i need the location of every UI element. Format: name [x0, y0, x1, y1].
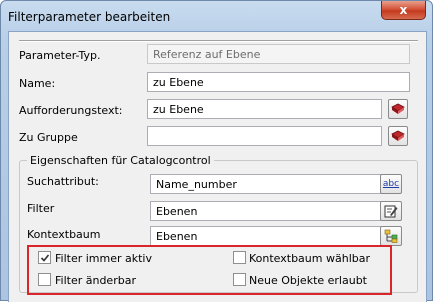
book-icon	[391, 103, 405, 114]
dialog-content: Parameter-Typ. Referenz auf Ebene Name: …	[8, 31, 427, 302]
filter-immer-aktiv-label[interactable]: Filter immer aktiv	[55, 252, 152, 265]
window-title: Filterparameter bearbeiten	[8, 10, 171, 24]
neue-objekte-erlaubt-checkbox[interactable]	[233, 273, 246, 286]
dialog-window: Filterparameter bearbeiten x Parameter-T…	[0, 0, 433, 302]
close-icon: x	[399, 3, 408, 17]
aufforderungstext-book-button[interactable]	[388, 99, 408, 119]
kontextbaum-label: Kontextbaum	[27, 228, 101, 241]
close-button[interactable]: x	[381, 1, 426, 20]
filter-aenderbar-label[interactable]: Filter änderbar	[55, 274, 136, 287]
zu-gruppe-input[interactable]	[147, 126, 382, 146]
book-icon	[391, 130, 405, 141]
catalogcontrol-groupbox-title: Eigenschaften für Catalogcontrol	[27, 154, 214, 167]
aufforderungstext-input[interactable]: zu Ebene	[147, 99, 382, 119]
suchattribut-field[interactable]: Name_number	[150, 174, 382, 194]
zu-gruppe-label: Zu Gruppe	[19, 131, 78, 144]
abc-icon: abc	[382, 179, 400, 189]
aufforderungstext-label: Aufforderungstext:	[19, 104, 123, 117]
suchattribut-label: Suchattribut:	[27, 175, 99, 188]
filter-label: Filter	[27, 202, 55, 215]
zu-gruppe-book-button[interactable]	[388, 126, 408, 146]
top-divider	[19, 40, 418, 42]
kontextbaum-tree-button[interactable]	[380, 226, 402, 246]
checkmark-icon	[40, 253, 49, 262]
edit-icon	[384, 205, 398, 218]
kontextbaum-field[interactable]: Ebenen	[150, 226, 382, 246]
filter-immer-aktiv-checkbox[interactable]	[38, 251, 51, 264]
parameter-typ-field: Referenz auf Ebene	[147, 44, 410, 64]
kontextbaum-waehlbar-label[interactable]: Kontextbaum wählbar	[249, 252, 370, 265]
parameter-typ-label: Parameter-Typ.	[19, 49, 101, 62]
name-label: Name:	[19, 77, 56, 90]
kontextbaum-waehlbar-checkbox[interactable]	[233, 251, 246, 264]
suchattribut-abc-button[interactable]: abc	[380, 174, 402, 194]
name-input[interactable]: zu Ebene	[147, 72, 410, 92]
filter-field[interactable]: Ebenen	[150, 201, 382, 221]
tree-icon	[384, 229, 398, 243]
filter-aenderbar-checkbox[interactable]	[38, 273, 51, 286]
filter-edit-button[interactable]	[380, 201, 402, 221]
title-bar[interactable]: Filterparameter bearbeiten x	[1, 1, 432, 31]
neue-objekte-erlaubt-label[interactable]: Neue Objekte erlaubt	[249, 274, 367, 287]
